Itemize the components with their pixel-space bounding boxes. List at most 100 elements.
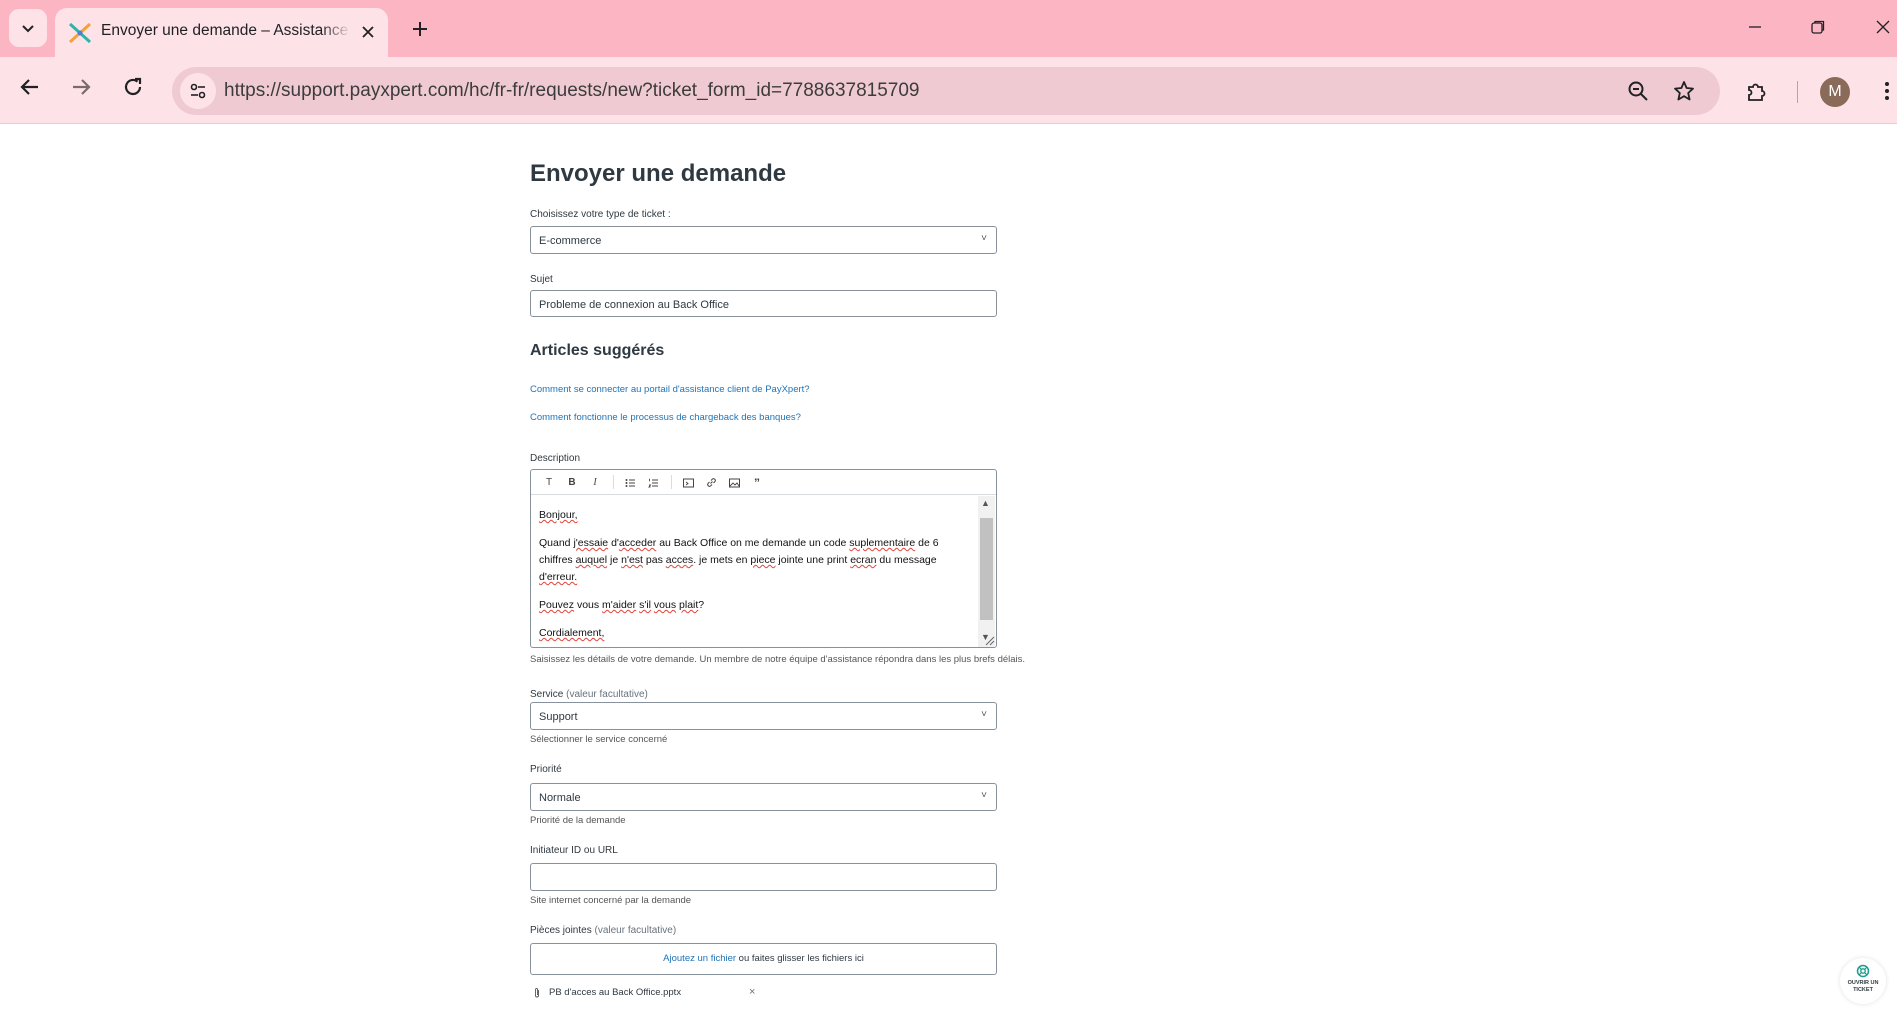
reload-button[interactable] <box>115 69 151 105</box>
description-text-run: n'est <box>621 554 643 566</box>
scrollbar-thumb[interactable] <box>980 518 993 620</box>
description-closing: Cordialement, <box>539 627 605 639</box>
url-text[interactable]: https://support.payxpert.com/hc/fr-fr/re… <box>224 80 919 102</box>
close-icon <box>362 26 374 38</box>
priority-select[interactable]: Normale ˅ <box>530 783 997 811</box>
description-text-run: suplementaire <box>849 537 916 549</box>
bookmark-button[interactable] <box>1670 77 1698 105</box>
restore-button[interactable] <box>1803 12 1833 42</box>
description-text-run: Quand <box>539 537 574 549</box>
add-file-link[interactable]: Ajoutez un fichier <box>663 953 736 964</box>
widget-label-line: OUVRIR UN <box>1847 980 1879 986</box>
numbered-list-icon[interactable] <box>645 475 661 490</box>
payxpert-favicon-icon <box>68 22 92 44</box>
widget-label: OUVRIR UN TICKET <box>1840 980 1886 994</box>
toolbar-separator <box>1797 81 1798 103</box>
description-text-run: chiffres <box>539 554 576 566</box>
chevron-down-icon <box>22 25 34 33</box>
description-text-run: de 6 <box>915 537 939 549</box>
drop-text: ou faites glisser les fichiers ici <box>736 953 864 964</box>
description-text-run: d'erreur. <box>539 571 578 583</box>
description-text[interactable]: Bonjour, Quand j'essaie d'acceder au Bac… <box>539 507 979 647</box>
description-editor[interactable]: T B I ” Bonjour, Quand j'essaie d'accede… <box>530 469 997 648</box>
new-tab-button[interactable] <box>405 14 435 44</box>
suggested-article-link[interactable]: Comment fonctionne le processus de charg… <box>530 412 801 423</box>
minimize-button[interactable] <box>1740 12 1770 42</box>
description-text-run: acceder <box>618 537 657 549</box>
caret-down-icon: ˅ <box>981 233 987 244</box>
description-text-run: pas <box>642 554 666 566</box>
editor-scrollbar[interactable]: ▲ ▼ <box>978 496 995 647</box>
attachments-dropzone[interactable]: Ajoutez un fichier ou faites glisser les… <box>530 943 997 975</box>
zoom-button[interactable] <box>1624 77 1652 105</box>
browser-toolbar: https://support.payxpert.com/hc/fr-fr/re… <box>0 57 1897 124</box>
priority-value: Normale <box>539 792 581 804</box>
forward-button[interactable] <box>63 69 99 105</box>
description-text-run: ? <box>698 599 705 611</box>
open-ticket-widget[interactable]: OUVRIR UN TICKET <box>1840 958 1886 1004</box>
bullet-list-icon[interactable] <box>622 475 638 490</box>
ticket-type-select[interactable]: E-commerce ˅ <box>530 226 997 254</box>
star-icon <box>1674 81 1694 101</box>
bold-icon[interactable]: B <box>564 475 580 490</box>
ticket-type-label: Choisissez votre type de ticket : <box>530 209 671 220</box>
zoom-out-icon <box>1628 81 1648 101</box>
restore-icon <box>1811 20 1825 34</box>
service-hint: Sélectionner le service concerné <box>530 734 668 745</box>
tab-search-button[interactable] <box>9 9 47 47</box>
toolbar-divider <box>671 475 672 489</box>
suggested-articles-heading: Articles suggérés <box>530 342 665 359</box>
service-value: Support <box>539 711 578 723</box>
text-format-icon[interactable]: T <box>541 475 557 490</box>
description-text-run: s'il <box>639 599 651 611</box>
arrow-left-icon <box>20 79 38 95</box>
description-hint: Saisissez les détails de votre demande. … <box>530 654 1026 665</box>
description-text-run: piece <box>750 554 776 566</box>
subject-input[interactable]: Probleme de connexion au Back Office <box>530 290 997 317</box>
description-text-run: j'essaie <box>573 537 609 549</box>
quote-icon[interactable]: ” <box>749 475 765 490</box>
scroll-up-icon[interactable]: ▲ <box>981 498 990 508</box>
tab-close-button[interactable] <box>356 20 380 44</box>
italic-icon[interactable]: I <box>587 475 603 490</box>
browser-tab-active[interactable]: Envoyer une demande – Assistance PayXper… <box>55 8 388 57</box>
description-text-run: auquel <box>575 554 608 566</box>
widget-label-line: TICKET <box>1853 987 1873 993</box>
close-window-button[interactable] <box>1868 12 1897 42</box>
image-icon[interactable] <box>726 475 742 490</box>
suggested-article-link[interactable]: Comment se connecter au portail d'assist… <box>530 384 810 395</box>
description-text-run: jointe une print <box>775 554 851 566</box>
initiator-hint: Site internet concerné par la demande <box>530 895 692 906</box>
paperclip-icon <box>535 988 539 998</box>
subject-value: Probleme de connexion au Back Office <box>539 299 729 311</box>
description-text-run: je <box>607 554 622 566</box>
tab-strip: Envoyer une demande – Assistance PayXper… <box>0 0 1897 57</box>
caret-down-icon: ˅ <box>981 790 987 801</box>
ticket-type-value: E-commerce <box>539 235 602 247</box>
description-text-run: ecran <box>850 554 877 566</box>
more-vert-icon <box>1885 82 1889 100</box>
address-bar[interactable]: https://support.payxpert.com/hc/fr-fr/re… <box>172 67 1720 115</box>
subject-label: Sujet <box>530 274 553 285</box>
profile-avatar[interactable]: M <box>1820 77 1850 107</box>
link-icon[interactable] <box>703 475 719 490</box>
service-select[interactable]: Support ˅ <box>530 702 997 730</box>
initiator-input[interactable] <box>530 863 997 891</box>
attachment-file-name[interactable]: PB d'acces au Back Office.pptx <box>549 987 681 998</box>
description-text-run: du message <box>876 554 937 566</box>
puzzle-icon <box>1748 83 1766 101</box>
extensions-button[interactable] <box>1740 74 1774 108</box>
initiator-label: Initiateur ID ou URL <box>530 845 618 856</box>
code-block-icon[interactable] <box>680 475 696 490</box>
service-label: Service (valeur facultative) <box>530 689 648 700</box>
arrow-right-icon <box>73 79 91 95</box>
menu-button[interactable] <box>1870 74 1897 108</box>
site-info-button[interactable] <box>180 73 216 109</box>
description-text-run: au Back Office on me demande un code <box>656 537 850 549</box>
resize-handle-icon[interactable] <box>983 634 995 646</box>
back-button[interactable] <box>12 69 48 105</box>
priority-hint: Priorité de la demande <box>530 815 626 826</box>
optional-tag: (valeur facultative) <box>594 925 677 936</box>
remove-attachment-button[interactable]: × <box>749 986 755 998</box>
description-text-run: d' <box>608 537 619 549</box>
